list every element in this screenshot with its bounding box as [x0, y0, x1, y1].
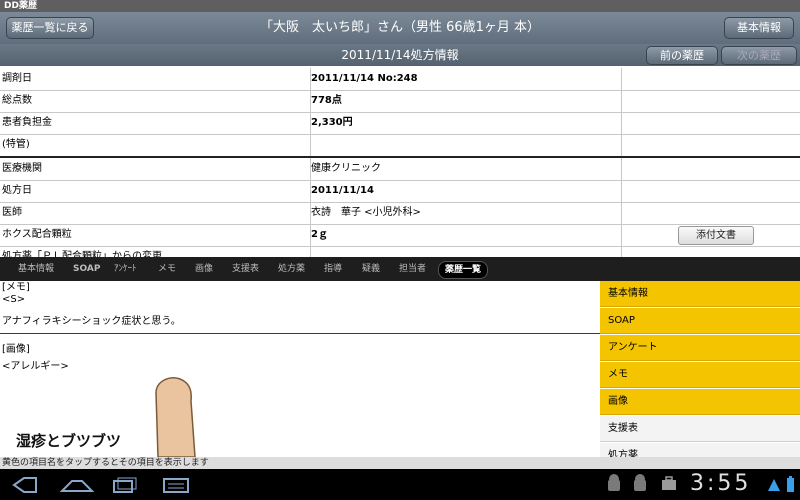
clock: 3:55: [690, 471, 752, 496]
wifi-icon: [768, 479, 780, 491]
android-icon: [634, 474, 646, 491]
tab-prescription[interactable]: 処方薬: [278, 261, 305, 277]
app-name: DD薬歴: [4, 1, 37, 11]
section-tabs: 基本情報 SOAP ｱﾝｹｰﾄ メモ 画像 支援表 処方薬 指導 疑義 担当者 …: [0, 257, 800, 281]
recent-apps-icon[interactable]: [113, 477, 137, 493]
row-label: 医療機関: [2, 163, 42, 174]
previous-record-button[interactable]: 前の薬歴: [646, 46, 718, 65]
tab-soap[interactable]: SOAP: [73, 261, 100, 277]
row-label: 処方日: [2, 185, 32, 196]
table-row: 医師 衣詩 華子 <小児外科>: [0, 202, 800, 225]
row-label: (特管): [2, 139, 30, 150]
tab-memo[interactable]: メモ: [158, 261, 176, 277]
table-row: 処方薬「ＰＬ配合顆粒」からの変更: [0, 246, 800, 257]
briefcase-icon: [662, 476, 676, 490]
row-value: 778点: [311, 95, 342, 106]
home-icon[interactable]: [59, 480, 95, 492]
tab-pharmacist[interactable]: 担当者: [399, 261, 426, 277]
prescription-header: 2011/11/14処方情報 前の薬歴 次の薬歴: [0, 44, 800, 66]
row-value: 2,330円: [311, 117, 353, 128]
row-label: 総点数: [2, 95, 32, 106]
tab-basic-info[interactable]: 基本情報: [18, 261, 54, 277]
side-item-support-table: 支援表: [600, 416, 800, 442]
subjective-text: アナフィラキシーショック症状と思う。: [2, 316, 181, 327]
tab-survey[interactable]: ｱﾝｹｰﾄ: [114, 261, 137, 277]
symptom-image: 湿疹とブツブツ: [0, 373, 299, 457]
table-row: 調剤日 2011/11/14 No:248: [0, 68, 800, 91]
allergy-label: <アレルギー>: [2, 361, 69, 372]
attached-document-button[interactable]: 添付文書: [678, 226, 754, 245]
section-rule: [0, 333, 600, 334]
row-label: 患者負担金: [2, 117, 52, 128]
row-value: 衣詩 華子 <小児外科>: [311, 207, 421, 218]
record-content: [メモ] <S> アナフィラキシーショック症状と思う。 [画像] <アレルギー>…: [0, 281, 600, 457]
table-row: 総点数 778点: [0, 90, 800, 113]
row-value: 2011/11/14 No:248: [311, 73, 418, 84]
tab-image[interactable]: 画像: [195, 261, 213, 277]
row-label: 医師: [2, 207, 22, 218]
status-bar: DD薬歴: [0, 0, 800, 12]
image-caption: 湿疹とブツブツ: [16, 432, 122, 450]
tab-support-table[interactable]: 支援表: [232, 261, 259, 277]
row-value: 2011/11/14: [311, 185, 374, 196]
table-row: 患者負担金 2,330円: [0, 112, 800, 135]
table-row: 処方日 2011/11/14: [0, 180, 800, 203]
memo-header: [メモ]: [2, 282, 30, 293]
row-value: 健康クリニック: [311, 163, 381, 174]
row-label: ホクス配合顆粒: [2, 229, 72, 240]
table-row: 医療機関 健康クリニック: [0, 158, 800, 181]
header-bar: 薬歴一覧に戻る 「大阪 太いち郎」さん（男性 66歳1ヶ月 本） 基本情報: [0, 12, 800, 45]
system-nav-bar: 3:55: [0, 469, 800, 500]
side-item-survey[interactable]: アンケート: [600, 335, 800, 361]
row-label: 調剤日: [2, 73, 32, 84]
tab-inquiry[interactable]: 疑義: [362, 261, 380, 277]
hint-text: 黄色の項目名をタップするとその項目を表示します: [2, 458, 209, 468]
side-item-memo[interactable]: メモ: [600, 362, 800, 388]
prescription-table: 調剤日 2011/11/14 No:248 総点数 778点 患者負担金 2,3…: [0, 68, 800, 257]
prescription-title: 2011/11/14処方情報: [341, 48, 459, 62]
hint-bar: 黄色の項目名をタップするとその項目を表示します: [0, 457, 800, 469]
back-icon[interactable]: [12, 477, 37, 493]
keyboard-icon[interactable]: [163, 478, 189, 493]
row-label: 処方薬「ＰＬ配合顆粒」からの変更: [2, 251, 162, 257]
image-header: [画像]: [2, 344, 30, 355]
subjective-label: <S>: [2, 294, 26, 305]
table-row: (特管): [0, 134, 800, 157]
side-item-prescription: 処方薬: [600, 443, 800, 457]
side-item-soap[interactable]: SOAP: [600, 308, 800, 334]
patient-title: 「大阪 太いち郎」さん（男性 66歳1ヶ月 本）: [259, 20, 541, 35]
tab-history-list[interactable]: 薬歴一覧: [438, 261, 489, 279]
tab-guidance[interactable]: 指導: [324, 261, 342, 277]
battery-icon: [787, 476, 794, 492]
side-item-image[interactable]: 画像: [600, 389, 800, 415]
back-to-list-button[interactable]: 薬歴一覧に戻る: [6, 17, 94, 39]
basic-info-button[interactable]: 基本情報: [724, 17, 794, 39]
android-icon: [608, 474, 620, 491]
side-menu: 基本情報 SOAP アンケート メモ 画像 支援表 処方薬: [600, 281, 800, 457]
table-row: ホクス配合顆粒 2ｇ 添付文書: [0, 224, 800, 247]
row-value: 2ｇ: [311, 229, 328, 240]
side-item-basic-info[interactable]: 基本情報: [600, 281, 800, 307]
next-record-button[interactable]: 次の薬歴: [721, 46, 797, 65]
